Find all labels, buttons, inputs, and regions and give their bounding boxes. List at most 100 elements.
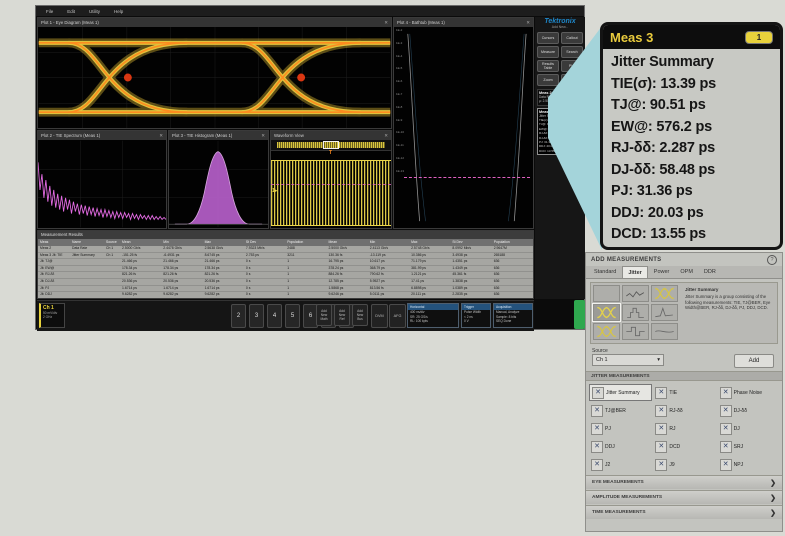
thumb-blank[interactable] xyxy=(593,285,620,302)
accordion-section[interactable]: EYE MEASUREMENTS ❯ xyxy=(586,475,782,489)
afg-button[interactable]: AFG xyxy=(389,304,406,328)
measurement-tab[interactable]: Standard xyxy=(589,266,621,278)
cell xyxy=(70,272,104,278)
thumb-eye-diagram-2[interactable] xyxy=(593,323,620,340)
close-icon[interactable]: ✕ xyxy=(261,133,265,139)
channel-button[interactable]: 2 xyxy=(231,304,246,328)
table-row[interactable]: Jit: PJ 1.6714 ps 1.6714 ps 1.6714 ps 0 … xyxy=(38,286,533,293)
measurement-item[interactable]: ✕ TIE xyxy=(653,384,716,401)
thumb-eye-diagram-selected[interactable] xyxy=(593,304,620,321)
sidebar-button[interactable]: Measure xyxy=(537,46,559,58)
callout-measurement-row: PJ: 31.36 ps xyxy=(611,181,772,203)
sidebar-button[interactable]: Callout xyxy=(561,32,583,44)
plot-title-bar: Plot 4 - Bathtub (Meas 1) ✕ xyxy=(394,18,533,27)
add-waveform-button[interactable]: Add New Ref xyxy=(334,304,350,326)
channel1-badge[interactable]: Ch 1 50 mV/div 2 GHz xyxy=(39,303,65,328)
close-icon[interactable]: ✕ xyxy=(384,133,388,139)
sidebar-button[interactable]: Zoom xyxy=(537,74,559,86)
cell: 178.34 ps xyxy=(203,266,244,272)
table-row[interactable]: Jit: EW@ 178.34 ps 178.34 ps 178.34 ps 0… xyxy=(38,266,533,273)
thumb-eye-diagram[interactable] xyxy=(651,285,678,302)
menu-item[interactable]: Utility xyxy=(89,9,100,14)
measurement-item[interactable]: ✕ DCD xyxy=(653,438,716,455)
source-select[interactable]: Ch 1 ▾ xyxy=(592,354,664,366)
measurement-item[interactable]: ✕ DJ-δδ xyxy=(718,402,781,419)
measurement-icon: ✕ xyxy=(591,423,603,435)
panel-title-bar: ADD MEASUREMENTS ? xyxy=(586,253,782,266)
menu-item[interactable]: Edit xyxy=(67,9,75,14)
channel-button[interactable]: 4 xyxy=(267,304,282,328)
measurement-item[interactable]: ✕ DDJ xyxy=(589,438,652,455)
jitter-measurements-section-header: JITTER MEASUREMENTS xyxy=(586,371,782,381)
zoom-window-marker[interactable] xyxy=(323,141,339,149)
channel-button[interactable]: 3 xyxy=(249,304,264,328)
measurement-item[interactable]: ✕ NPJ xyxy=(718,456,781,473)
measurement-label: PJ xyxy=(605,426,611,432)
chevron-right-icon: ❯ xyxy=(770,509,776,517)
table-row[interactable]: Jit: RJ-δδ 821.26 fs 821.26 fs 821.26 fs… xyxy=(38,272,533,279)
close-icon[interactable]: ✕ xyxy=(384,20,388,26)
cell: 1.2121 ps xyxy=(409,272,450,278)
thumb-waveform[interactable] xyxy=(622,323,649,340)
thumb-trend-plot[interactable] xyxy=(622,285,649,302)
horizontal-badge[interactable]: Horizontal 400 ns/divSR: 25 GS/sRL: 100 … xyxy=(407,303,459,328)
measurement-icon: ✕ xyxy=(655,387,667,399)
accordion-section[interactable]: AMPLITUDE MEASUREMENTS ❯ xyxy=(586,490,782,504)
sidebar-button[interactable]: Results Table xyxy=(537,60,559,72)
table-row[interactable]: Jit: TJ@ 21.466 ps 21.466 ps 21.466 ps 0… xyxy=(38,259,533,266)
measurement-label: DJ-δδ xyxy=(734,408,747,414)
close-icon[interactable]: ✕ xyxy=(526,20,530,26)
cell: 790.62 fs xyxy=(368,272,409,278)
measurement-item[interactable]: ✕ SRJ xyxy=(718,438,781,455)
measurement-tab[interactable]: Jitter xyxy=(622,266,647,278)
measurement-tab[interactable]: DDR xyxy=(699,266,721,278)
thumb-histogram[interactable] xyxy=(622,304,649,321)
sidebar-button[interactable]: Cursors xyxy=(537,32,559,44)
channel1-marker[interactable]: 1▸ xyxy=(272,188,277,194)
table-row[interactable]: Meas 2 Data Rate Ch 1 2.5000 Gb/s 2.4478… xyxy=(38,246,533,253)
measurement-label: NPJ xyxy=(734,462,743,468)
trigger-position-icon[interactable]: T xyxy=(329,150,332,156)
column-header: Max xyxy=(409,239,450,246)
source-value: Ch 1 xyxy=(596,357,608,363)
close-icon[interactable]: ✕ xyxy=(159,133,163,139)
trigger-badge[interactable]: Trigger Pulse Width< 2 ns0 V xyxy=(461,303,491,328)
measurement-item[interactable]: ✕ J9 xyxy=(653,456,716,473)
add-button[interactable]: Add xyxy=(734,354,774,368)
measurement-item[interactable]: ✕ RJ xyxy=(653,420,716,437)
cell: 636 xyxy=(492,292,533,298)
menu-item[interactable]: File xyxy=(46,9,53,14)
acquisition-badge[interactable]: Acquisition Manual, AnalyzeSample: 8 bit… xyxy=(493,303,533,328)
description-title: Jitter Summary xyxy=(685,287,777,292)
measurement-item[interactable]: ✕ RJ-δδ xyxy=(653,402,716,419)
cell: 636 xyxy=(492,279,533,285)
thumb-trace[interactable] xyxy=(651,323,678,340)
channel-button[interactable]: 5 xyxy=(285,304,300,328)
accordion-section[interactable]: TIME MEASUREMENTS ❯ xyxy=(586,505,782,519)
measurement-item[interactable]: ✕ J2 xyxy=(589,456,652,473)
callout-measurement-row: RJ-δδ: 2.287 ps xyxy=(611,138,772,160)
table-row[interactable]: Jit: DDJ 9.6282 ps 9.6282 ps 9.6282 ps 0… xyxy=(38,292,533,299)
eye-diagram-trace xyxy=(38,27,391,128)
run-stop-button[interactable] xyxy=(574,300,585,329)
jitter-measurements-grid: ✕ Jitter Summary ✕ TIE ✕ Phase Noise ✕ T… xyxy=(589,384,781,473)
cell: 21.466 ps xyxy=(203,259,244,265)
measurement-item[interactable]: ✕ Phase Noise xyxy=(718,384,781,401)
table-row[interactable]: Meas 3 Jit: TIE Jitter Summary Ch 1 -151… xyxy=(38,253,533,260)
measurement-item[interactable]: ✕ TJ@BER xyxy=(589,402,652,419)
measurement-tab[interactable]: Power xyxy=(649,266,675,278)
dvm-button[interactable]: DVM xyxy=(371,304,388,328)
cell: 10.386 ps xyxy=(409,253,450,259)
measurement-tab[interactable]: OPM xyxy=(675,266,698,278)
measurement-icon: ✕ xyxy=(720,387,732,399)
measurement-item[interactable]: ✕ PJ xyxy=(589,420,652,437)
add-waveform-button[interactable]: Add New Math xyxy=(316,304,332,326)
results-rows: Meas 2 Data Rate Ch 1 2.5000 Gb/s 2.4478… xyxy=(38,246,533,299)
table-row[interactable]: Jit: DJ-δδ 20.536 ps 20.536 ps 20.536 ps… xyxy=(38,279,533,286)
help-icon[interactable]: ? xyxy=(767,255,777,265)
menu-item[interactable]: Help xyxy=(114,9,123,14)
thumb-spectrum[interactable] xyxy=(651,304,678,321)
measurement-item[interactable]: ✕ DJ xyxy=(718,420,781,437)
measurement-item[interactable]: ✕ Jitter Summary xyxy=(589,384,652,401)
add-waveform-button[interactable]: Add New Bus xyxy=(352,304,368,326)
